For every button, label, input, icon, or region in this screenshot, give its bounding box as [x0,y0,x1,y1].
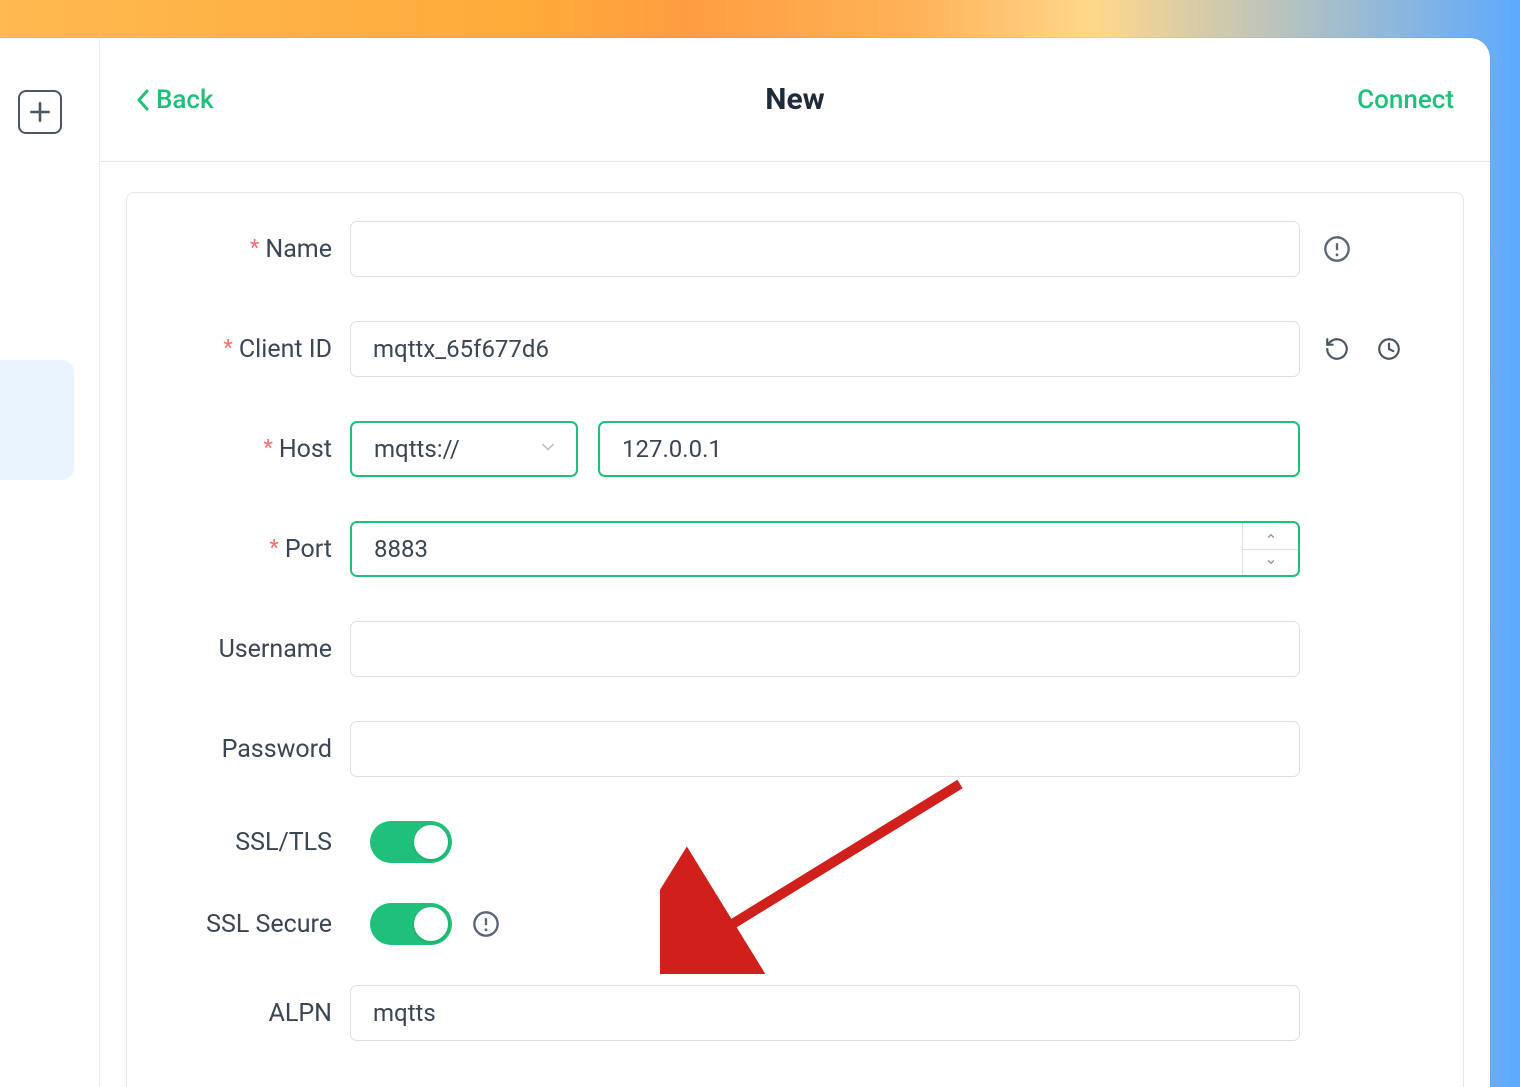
label-host: *Host [155,435,350,464]
main-content: Back New Connect *Name *Client ID [100,38,1490,1087]
page-title: New [765,82,824,117]
password-input[interactable] [350,721,1300,777]
username-input[interactable] [350,621,1300,677]
row-port: *Port [155,521,1435,577]
row-alpn: ALPN [155,985,1435,1041]
name-input[interactable] [350,221,1300,277]
port-field [350,521,1300,577]
ssl-tls-toggle[interactable] [370,821,452,863]
sidebar-selection-highlight [0,360,74,480]
label-password: Password [155,735,350,764]
label-ssl-secure: SSL Secure [155,910,350,939]
form-panel: *Name *Client ID [126,192,1464,1087]
row-host: *Host mqtts:// [155,421,1435,477]
protocol-select[interactable]: mqtts:// [350,421,578,477]
client-id-actions [1322,334,1404,364]
row-client-id: *Client ID [155,321,1435,377]
label-ssl-tls: SSL/TLS [155,828,350,857]
connect-button[interactable]: Connect [1357,85,1454,115]
new-connection-button[interactable] [18,90,62,134]
label-alpn: ALPN [155,999,350,1028]
port-step-down[interactable] [1243,550,1298,576]
row-ssl-tls: SSL/TLS [155,821,1435,863]
clock-icon[interactable] [1374,334,1404,364]
chevron-down-icon [538,435,558,463]
app-window: Back New Connect *Name *Client ID [0,38,1490,1087]
chevron-down-icon [1264,557,1278,567]
warning-icon [1322,234,1352,264]
protocol-value: mqtts:// [374,435,460,463]
port-stepper [1242,523,1298,575]
warning-icon [472,910,500,938]
chevron-up-icon [1264,531,1278,541]
port-step-up[interactable] [1243,523,1298,550]
row-name: *Name [155,221,1435,277]
label-port: *Port [155,535,350,564]
client-id-input[interactable] [350,321,1300,377]
back-button[interactable]: Back [136,85,214,115]
left-rail [0,38,100,1087]
chevron-left-icon [136,88,150,112]
alpn-input[interactable] [350,985,1300,1041]
row-ssl-secure: SSL Secure [155,903,1435,945]
row-password: Password [155,721,1435,777]
ssl-secure-toggle[interactable] [370,903,452,945]
header-bar: Back New Connect [100,38,1490,162]
refresh-icon[interactable] [1322,334,1352,364]
row-username: Username [155,621,1435,677]
back-label: Back [156,85,214,115]
label-username: Username [155,635,350,664]
plus-icon [27,99,53,125]
label-client-id: *Client ID [155,335,350,364]
host-input[interactable] [598,421,1300,477]
port-input[interactable] [352,523,1242,575]
label-name: *Name [155,235,350,264]
